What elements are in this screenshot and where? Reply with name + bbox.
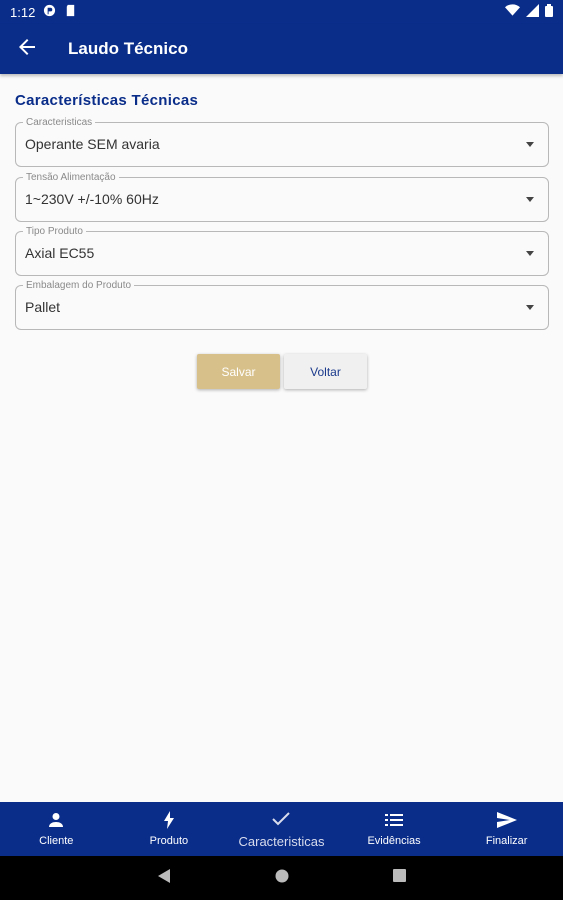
field-label: Embalagem do Produto (23, 280, 135, 291)
app-bar: Laudo Técnico (0, 24, 563, 74)
check-icon (272, 810, 291, 828)
nav-item-caracteristicas[interactable]: Caracteristicas (225, 802, 338, 856)
field-label: Tensão Alimentação (23, 172, 119, 183)
system-navigation-bar (0, 856, 563, 900)
system-back-button[interactable] (157, 868, 171, 889)
dropdown-arrow-icon (526, 305, 534, 310)
signal-icon (526, 4, 539, 20)
bolt-icon (163, 811, 175, 829)
wifi-icon (505, 4, 520, 20)
nav-label: Caracteristicas (238, 833, 325, 849)
embalagem-produto-dropdown[interactable]: Embalagem do Produto Pallet (15, 280, 549, 330)
nav-label: Cliente (39, 835, 74, 847)
circle-home-icon (275, 869, 289, 888)
save-button[interactable]: Salvar (197, 354, 280, 389)
nav-label: Produto (149, 835, 189, 847)
person-icon (48, 811, 64, 829)
page-title: Laudo Técnico (68, 39, 188, 58)
caracteristicas-dropdown[interactable]: Caracteristicas Operante SEM avaria (15, 117, 549, 167)
field-value: Axial EC55 (25, 245, 95, 261)
tensao-alimentacao-dropdown[interactable]: Tensão Alimentação 1~230V +/-10% 60Hz (15, 172, 549, 222)
tipo-produto-dropdown[interactable]: Tipo Produto Axial EC55 (15, 226, 549, 276)
field-value: Operante SEM avaria (25, 136, 160, 152)
nav-item-finalizar[interactable]: Finalizar (450, 802, 563, 856)
nav-item-produto[interactable]: Produto (113, 802, 226, 856)
status-time: 1:12 (10, 4, 36, 20)
sd-card-icon (64, 4, 77, 20)
nav-label: Evidências (367, 835, 421, 847)
dropdown-arrow-icon (526, 251, 534, 256)
arrow-left-icon (18, 38, 36, 61)
section-title: Características Técnicas (15, 92, 199, 109)
square-recents-icon (393, 869, 406, 887)
back-action-button[interactable]: Voltar (284, 354, 367, 389)
nav-item-cliente[interactable]: Cliente (0, 802, 113, 856)
status-bar: 1:12 (0, 0, 563, 24)
nav-item-evidencias[interactable]: Evidências (338, 802, 451, 856)
system-home-button[interactable] (275, 869, 289, 888)
battery-icon (545, 4, 553, 20)
send-icon (496, 811, 517, 829)
main-content: Características Técnicas Caracteristicas… (0, 74, 563, 802)
app-notification-icon (43, 4, 56, 20)
dropdown-arrow-icon (526, 142, 534, 147)
field-value: Pallet (25, 299, 61, 315)
field-label: Tipo Produto (23, 226, 86, 237)
field-value: 1~230V +/-10% 60Hz (25, 191, 159, 207)
nav-label: Finalizar (485, 835, 528, 847)
back-button[interactable] (0, 24, 54, 74)
system-recents-button[interactable] (393, 869, 406, 887)
list-icon (385, 811, 404, 829)
dropdown-arrow-icon (526, 197, 534, 202)
triangle-back-icon (157, 868, 171, 889)
bottom-navigation: Cliente Produto Caracteristicas Evidênci… (0, 802, 563, 856)
field-label: Caracteristicas (23, 117, 96, 128)
